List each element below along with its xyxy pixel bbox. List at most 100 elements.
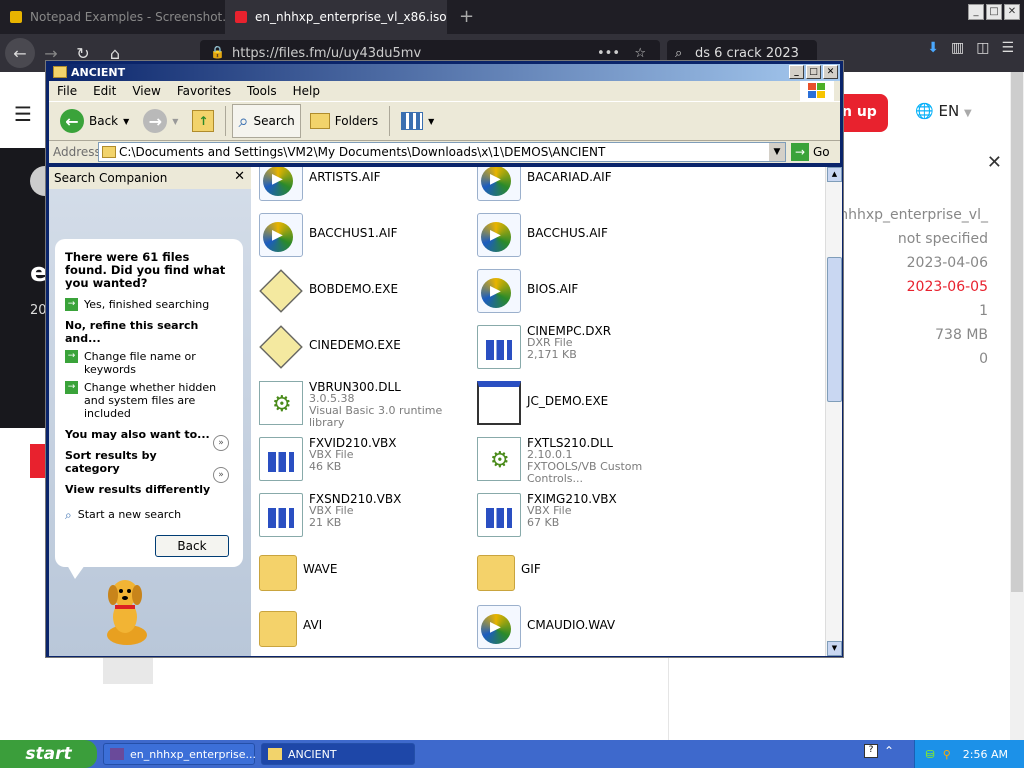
- file-line3: Visual Basic 3.0 runtime library: [309, 404, 443, 429]
- download-icon[interactable]: ⬇: [927, 40, 939, 56]
- menu-file[interactable]: File: [49, 84, 85, 98]
- new-tab-button[interactable]: +: [447, 0, 486, 34]
- menu-icon[interactable]: ☰: [1001, 40, 1014, 56]
- sidebar-icon[interactable]: ◫: [976, 40, 989, 56]
- option-label: Change whether hidden and system files a…: [84, 381, 217, 420]
- expand-chevron-icon[interactable]: »: [213, 467, 229, 483]
- more-icon[interactable]: •••: [597, 46, 620, 61]
- file-item[interactable]: BOBDEMO.EXE: [259, 269, 469, 321]
- file-item[interactable]: FXIMG210.VBX VBX File 67 KB: [477, 493, 687, 545]
- view-results-option[interactable]: View results differently: [65, 483, 233, 496]
- up-folder-button[interactable]: ↑: [187, 104, 219, 138]
- tab-iso[interactable]: en_nhhxp_enterprise_vl_x86.iso |: [225, 0, 447, 34]
- companion-back-button[interactable]: Back: [155, 535, 229, 557]
- folder-icon: [102, 146, 116, 158]
- language-selector[interactable]: 🌐 EN ▼: [915, 102, 972, 120]
- change-hidden-option[interactable]: → Change whether hidden and system files …: [65, 381, 233, 420]
- network-icon[interactable]: ⛁: [926, 748, 935, 761]
- option-label: Start a new search: [77, 508, 182, 521]
- search-companion-title: Search Companion: [54, 171, 168, 185]
- close-icon[interactable]: ✕: [987, 152, 1002, 173]
- page-scrollbar[interactable]: [1010, 72, 1024, 740]
- minimize-button[interactable]: _: [968, 4, 984, 20]
- menu-edit[interactable]: Edit: [85, 84, 124, 98]
- file-item[interactable]: CINEDEMO.EXE: [259, 325, 469, 377]
- file-item[interactable]: VBRUN300.DLL3.0.5.38Visual Basic 3.0 run…: [259, 381, 469, 433]
- hamburger-menu-icon[interactable]: ☰: [14, 102, 32, 126]
- close-button[interactable]: ✕: [823, 65, 838, 79]
- menu-tools[interactable]: Tools: [239, 84, 285, 98]
- scrollbar-thumb[interactable]: [827, 257, 842, 402]
- chevron-down-icon[interactable]: ▼: [769, 143, 785, 161]
- start-button[interactable]: start: [0, 740, 97, 768]
- address-field[interactable]: C:\Documents and Settings\VM2\My Documen…: [98, 142, 786, 162]
- explorer-titlebar[interactable]: ANCIENT _ □ ✕: [49, 64, 840, 81]
- menu-favorites[interactable]: Favorites: [169, 84, 239, 98]
- back-label: Back: [89, 114, 119, 128]
- minimize-button[interactable]: _: [789, 65, 804, 79]
- expand-chevron-icon[interactable]: »: [213, 435, 229, 451]
- taskbar-item-browser[interactable]: en_nhhxp_enterprise...: [103, 743, 256, 765]
- file-line3: 2,171 KB: [527, 348, 577, 361]
- help-icon[interactable]: ?: [864, 744, 878, 758]
- change-name-option[interactable]: → Change file name or keywords: [65, 350, 233, 376]
- file-name: BACARIAD.AIF: [527, 170, 612, 184]
- placeholder-block: [103, 657, 153, 684]
- scroll-up-icon[interactable]: ▲: [827, 167, 842, 182]
- views-button[interactable]: ▼: [396, 104, 439, 138]
- menu-view[interactable]: View: [124, 84, 168, 98]
- file-item[interactable]: ARTISTS.AIF: [259, 167, 469, 209]
- forward-button[interactable]: → ▼: [138, 104, 183, 138]
- chevron-up-icon[interactable]: ⌃: [884, 744, 894, 758]
- file-name: AVI: [303, 618, 323, 632]
- file-item[interactable]: BACCHUS1.AIF: [259, 213, 469, 265]
- magnifier-icon[interactable]: ⚲: [943, 748, 951, 761]
- file-item[interactable]: JC_DEMO.EXE: [477, 381, 687, 433]
- toolbar-separator: [389, 106, 391, 136]
- file-item[interactable]: FXSND210.VBX VBX File 21 KB: [259, 493, 469, 545]
- menu-bar: File Edit View Favorites Tools Help: [49, 81, 840, 101]
- sort-results-option[interactable]: Sort results by category: [65, 449, 175, 475]
- tab-label: Notepad Examples - Screenshot.webp.jp: [30, 10, 225, 24]
- file-item[interactable]: GIF: [477, 549, 687, 601]
- up-folder-icon: ↑: [192, 110, 215, 132]
- finished-searching-option[interactable]: → Yes, finished searching: [65, 298, 233, 311]
- go-button[interactable]: → Go: [791, 143, 830, 161]
- file-item[interactable]: BACARIAD.AIF: [477, 167, 687, 209]
- file-text: BOBDEMO.EXE: [309, 269, 398, 295]
- menu-help[interactable]: Help: [285, 84, 328, 98]
- file-item[interactable]: BACCHUS.AIF: [477, 213, 687, 265]
- folders-icon: [309, 113, 330, 129]
- library-icon[interactable]: ▥: [951, 40, 964, 56]
- file-item[interactable]: FXTLS210.DLL2.10.0.1FXTOOLS/VB Custom Co…: [477, 437, 687, 489]
- close-button[interactable]: ✕: [1004, 4, 1020, 20]
- tab-notepad[interactable]: Notepad Examples - Screenshot.webp.jp: [0, 0, 225, 34]
- back-arrow-icon: ←: [60, 109, 84, 133]
- search-button[interactable]: ⌕ Search: [232, 104, 301, 138]
- scrollbar-thumb[interactable]: [1011, 72, 1023, 592]
- back-arrow-icon[interactable]: ←: [5, 38, 35, 68]
- toolbar-separator: [225, 106, 227, 136]
- taskbar-item-ancient[interactable]: ANCIENT: [261, 743, 415, 765]
- file-name: GIF: [521, 562, 541, 576]
- explorer-body: Search Companion ✕ There were 61 files fo…: [49, 167, 842, 656]
- scroll-down-icon[interactable]: ▼: [827, 641, 842, 656]
- bookmark-star-icon[interactable]: ☆: [634, 46, 646, 61]
- folders-button[interactable]: Folders: [305, 104, 383, 138]
- info-description: not specified: [897, 231, 988, 247]
- file-list-scrollbar[interactable]: ▲ ▼: [825, 167, 842, 656]
- maximize-button[interactable]: □: [986, 4, 1002, 20]
- option-label: Sort results by category: [65, 449, 157, 475]
- new-search-option[interactable]: ⌕ Start a new search: [65, 508, 233, 523]
- file-item[interactable]: CINEMPC.DXR DXR File 2,171 KB: [477, 325, 687, 377]
- document-icon: [477, 325, 521, 369]
- file-item[interactable]: CMAUDIO.WAV: [477, 605, 687, 656]
- maximize-button[interactable]: □: [806, 65, 821, 79]
- file-name: ARTISTS.AIF: [309, 170, 381, 184]
- back-button[interactable]: ← Back ▼: [55, 104, 134, 138]
- file-item[interactable]: WAVE: [259, 549, 469, 601]
- file-item[interactable]: AVI: [259, 605, 469, 656]
- file-item[interactable]: BIOS.AIF: [477, 269, 687, 321]
- file-item[interactable]: FXVID210.VBX VBX File 46 KB: [259, 437, 469, 489]
- close-icon[interactable]: ✕: [234, 169, 245, 184]
